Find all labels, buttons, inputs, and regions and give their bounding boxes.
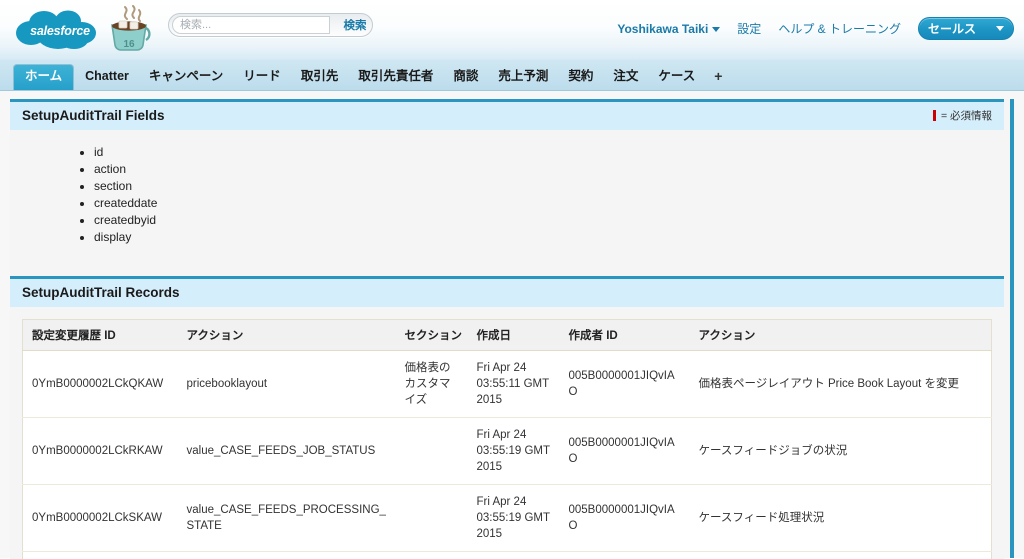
cell-display: ケースフィードジョブの状況 [689, 417, 992, 485]
cell-createdbyid: 005B0000001JIQvIAO [559, 417, 690, 485]
cell-id: 0YmB0000002LCkQKAW [22, 350, 178, 418]
cell-id: 0YmB0000002LCkRKAW [22, 417, 178, 485]
tab-all-tabs-plus[interactable]: + [706, 65, 730, 90]
cell-createdbyid: 005B0000001JIQvIAO [559, 350, 690, 418]
list-item: action [94, 161, 992, 178]
header-links: Yoshikawa Taiki 設定 ヘルプ & トレーニング セールス [617, 17, 1014, 40]
column-header-display[interactable]: アクション [689, 319, 992, 351]
cell-display: 価格表ページレイアウト Price Book Layout を変更 [689, 350, 992, 418]
records-table: 設定変更履歴 ID アクション セクション 作成日 作成者 ID アクション 0… [22, 319, 992, 559]
column-header-id[interactable]: 設定変更履歴 ID [22, 319, 178, 351]
column-header-createdbyid[interactable]: 作成者 ID [559, 319, 690, 351]
cell-createddate: Fri Apr 24 03:55:26 GMT 2015 [468, 552, 560, 559]
table-row[interactable]: 0YmB0000002LCkVKAW createduser ユーザの管理 Fr… [23, 552, 992, 559]
user-menu[interactable]: Yoshikawa Taiki [617, 21, 721, 36]
field-list: id action section createddate createdbyi… [22, 144, 992, 246]
required-info-label: = 必須情報 [940, 110, 992, 122]
column-header-createddate[interactable]: 作成日 [467, 319, 560, 351]
table-row[interactable]: 0YmB0000002LCkRKAW value_CASE_FEEDS_JOB_… [22, 417, 992, 485]
tab-accounts[interactable]: 取引先 [292, 64, 348, 90]
salesforce-wordmark: salesforce [30, 23, 90, 38]
user-name-label: Yoshikawa Taiki [617, 21, 709, 36]
cell-id: 0YmB0000002LCkVKAW [23, 552, 178, 559]
list-item: id [94, 144, 992, 161]
cell-section [395, 484, 468, 552]
table-header-row: 設定変更履歴 ID アクション セクション 作成日 作成者 ID アクション [22, 319, 992, 351]
column-header-section[interactable]: セクション [395, 319, 468, 351]
list-item: createdbyid [94, 212, 992, 229]
page-container: SetupAuditTrail Fields = 必須情報 id action … [10, 99, 1014, 559]
cell-createddate: Fri Apr 24 03:55:11 GMT 2015 [467, 350, 560, 418]
tab-cases[interactable]: ケース [649, 64, 704, 90]
column-header-action[interactable]: アクション [177, 319, 396, 351]
cell-action: createduser [178, 552, 396, 559]
setup-link[interactable]: 設定 [737, 20, 761, 37]
fields-panel-header: SetupAuditTrail Fields = 必須情報 [10, 102, 1004, 130]
salesforce-cloud-logo[interactable]: salesforce [14, 9, 106, 51]
tab-contracts[interactable]: 契約 [559, 64, 602, 90]
coffee-cup-mascot-icon: 16 [111, 5, 151, 51]
cell-action: value_CASE_FEEDS_PROCESSING_STATE [177, 484, 396, 552]
cell-display: 新規ユーザ Chatter Expert を作成 [690, 552, 992, 559]
cell-action: pricebooklayout [177, 350, 396, 418]
cell-section: 価格表のカスタマイズ [395, 350, 468, 418]
cell-section: ユーザの管理 [396, 552, 468, 559]
table-row[interactable]: 0YmB0000002LCkSKAW value_CASE_FEEDS_PROC… [22, 484, 992, 552]
list-item: section [94, 178, 992, 195]
records-panel-body: 設定変更履歴 ID アクション セクション 作成日 作成者 ID アクション 0… [10, 307, 1004, 559]
cell-createdbyid: 005B0000001JIQvIAO [559, 484, 690, 552]
cell-createddate: Fri Apr 24 03:55:19 GMT 2015 [467, 484, 560, 552]
records-panel-title: SetupAuditTrail Records [22, 285, 180, 300]
mascot-badge-number: 16 [123, 39, 135, 50]
global-search[interactable]: 検索 [168, 13, 373, 37]
cell-action: value_CASE_FEEDS_JOB_STATUS [177, 417, 396, 485]
tab-orders[interactable]: 注文 [604, 64, 647, 90]
cell-id: 0YmB0000002LCkSKAW [22, 484, 178, 552]
logo-area[interactable]: salesforce 16 [8, 1, 151, 59]
records-panel-header: SetupAuditTrail Records [10, 279, 1004, 307]
tab-forecasts[interactable]: 売上予測 [489, 64, 557, 90]
help-and-training-link[interactable]: ヘルプ & トレーニング [778, 20, 901, 37]
tab-chatter[interactable]: Chatter [76, 64, 138, 90]
chevron-down-icon [712, 26, 721, 32]
setup-audit-trail-records-panel: SetupAuditTrail Records 設定変更履歴 ID アクション … [10, 276, 1004, 559]
cell-createdbyid: 005B0000001JIQvIAO [560, 552, 690, 559]
search-input[interactable] [172, 16, 330, 34]
list-item: display [94, 229, 992, 246]
app-menu-label: セールス [928, 22, 977, 36]
tab-opportunities[interactable]: 商談 [444, 64, 487, 90]
cell-display: ケースフィード処理状況 [689, 484, 992, 552]
chevron-down-icon [996, 26, 1004, 31]
cell-section [395, 417, 468, 485]
tab-contacts[interactable]: 取引先責任者 [349, 64, 442, 90]
app-menu-button[interactable]: セールス [918, 17, 1014, 40]
fields-panel-body: id action section createddate createdbyi… [10, 130, 1004, 264]
setup-audit-trail-fields-panel: SetupAuditTrail Fields = 必須情報 id action … [10, 99, 1004, 264]
tab-leads[interactable]: リード [234, 64, 290, 90]
required-info-legend: = 必須情報 [932, 108, 992, 123]
primary-tab-bar: ホーム Chatter キャンペーン リード 取引先 取引先責任者 商談 売上予… [0, 60, 1024, 91]
required-marker-icon [932, 110, 936, 121]
tab-home[interactable]: ホーム [13, 64, 75, 90]
tab-campaigns[interactable]: キャンペーン [140, 64, 232, 90]
page-body: SetupAuditTrail Fields = 必須情報 id action … [0, 91, 1024, 559]
list-item: createddate [94, 195, 992, 212]
fields-panel-title: SetupAuditTrail Fields [22, 108, 165, 123]
search-button[interactable]: 検索 [330, 15, 380, 35]
table-row[interactable]: 0YmB0000002LCkQKAW pricebooklayout 価格表のカ… [22, 350, 992, 418]
global-header: salesforce 16 検索 Yoshikawa Taiki 設定 ヘルプ … [0, 0, 1024, 60]
cell-createddate: Fri Apr 24 03:55:19 GMT 2015 [467, 417, 560, 485]
